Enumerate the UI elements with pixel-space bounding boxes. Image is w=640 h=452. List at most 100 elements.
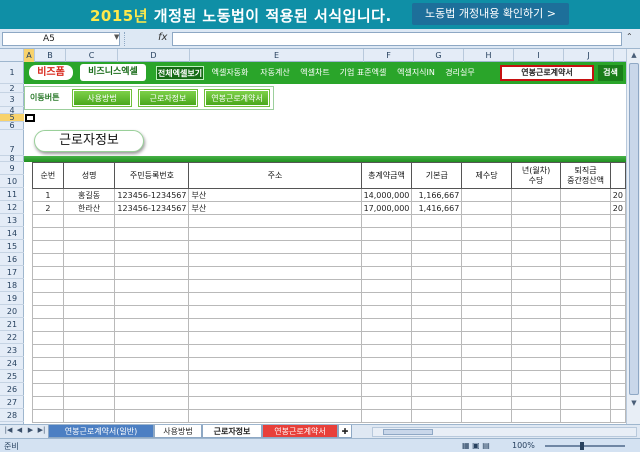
cell-leave-allowance[interactable] [510, 201, 562, 215]
table-cell[interactable] [32, 279, 64, 293]
view-mode-icons[interactable]: ▦ ▣ ▤ [462, 441, 490, 450]
table-cell[interactable] [114, 370, 190, 384]
table-cell[interactable] [609, 214, 626, 228]
table-cell[interactable] [510, 383, 562, 397]
table-cell[interactable] [62, 357, 116, 371]
table-cell[interactable] [188, 227, 362, 241]
table-cell[interactable] [62, 227, 116, 241]
table-cell[interactable] [461, 227, 512, 241]
table-cell[interactable] [609, 396, 626, 410]
table-cell[interactable] [114, 253, 190, 267]
table-row[interactable] [32, 240, 626, 254]
cell-no[interactable]: 1 [32, 188, 64, 202]
table-cell[interactable] [62, 370, 116, 384]
cell-total-contract[interactable]: 17,000,000 [360, 201, 413, 215]
table-cell[interactable] [62, 292, 116, 306]
tab-salary-contract[interactable]: 연봉근로계약서 [262, 425, 338, 438]
cell-leave-allowance[interactable] [510, 188, 562, 202]
table-row[interactable] [32, 357, 626, 371]
row-header[interactable]: 10 [0, 175, 24, 188]
table-cell[interactable] [411, 318, 463, 332]
table-cell[interactable] [32, 292, 64, 306]
table-row[interactable] [32, 253, 626, 267]
row-header[interactable]: 19 [0, 292, 24, 305]
table-cell[interactable] [188, 240, 362, 254]
column-header[interactable]: G [414, 49, 464, 62]
row-header[interactable]: 27 [0, 396, 24, 409]
tab-employee-info[interactable]: 근로자정보 [202, 425, 262, 438]
table-cell[interactable] [188, 396, 362, 410]
table-cell[interactable] [32, 227, 64, 241]
name-box[interactable]: A5 [2, 32, 120, 46]
table-cell[interactable] [114, 331, 190, 345]
table-cell[interactable] [411, 344, 463, 358]
usage-guide-button[interactable]: 사용방법 [73, 90, 131, 106]
vertical-scroll-thumb[interactable] [629, 63, 639, 395]
table-cell[interactable] [560, 318, 611, 332]
table-cell[interactable] [560, 266, 611, 280]
table-cell[interactable] [609, 292, 626, 306]
table-row[interactable]: 1 홍길동 123456-1234567 부산 14,000,000 1,166… [32, 188, 626, 202]
table-cell[interactable] [560, 383, 611, 397]
table-cell[interactable] [114, 240, 190, 254]
cell-address[interactable]: 부산 [188, 188, 362, 202]
table-cell[interactable] [411, 266, 463, 280]
table-cell[interactable] [510, 318, 562, 332]
salary-contract-button[interactable]: 연봉근로계약서 [205, 90, 269, 106]
table-cell[interactable] [114, 305, 190, 319]
row-header[interactable]: 28 [0, 409, 24, 422]
table-cell[interactable] [560, 292, 611, 306]
fx-icon[interactable]: fx [158, 32, 167, 43]
next-sheet-icon[interactable]: ▶ [26, 426, 35, 434]
table-cell[interactable] [461, 240, 512, 254]
cell-base-pay[interactable]: 1,166,667 [411, 188, 463, 202]
table-cell[interactable] [461, 357, 512, 371]
table-cell[interactable] [411, 357, 463, 371]
table-cell[interactable] [510, 409, 562, 423]
table-cell[interactable] [188, 292, 362, 306]
tab-usage-guide[interactable]: 사용방법 [154, 425, 202, 438]
table-cell[interactable] [461, 318, 512, 332]
row-header[interactable]: 20 [0, 305, 24, 318]
active-cell-cursor[interactable] [25, 114, 35, 122]
scroll-down-icon[interactable]: ▼ [629, 399, 639, 409]
employee-info-button[interactable]: 근로자정보 [139, 90, 197, 106]
table-cell[interactable] [560, 240, 611, 254]
row-header[interactable]: 17 [0, 266, 24, 279]
cell-severance[interactable] [560, 188, 611, 202]
column-header[interactable]: F [364, 49, 414, 62]
table-cell[interactable] [461, 383, 512, 397]
table-cell[interactable] [560, 305, 611, 319]
table-cell[interactable] [461, 396, 512, 410]
table-cell[interactable] [411, 253, 463, 267]
menu-item-excel-chart[interactable]: 엑셀차트 [298, 66, 332, 80]
cell-extra[interactable]: 20 [609, 188, 626, 202]
table-cell[interactable] [560, 279, 611, 293]
table-cell[interactable] [62, 318, 116, 332]
table-cell[interactable] [32, 331, 64, 345]
row-header[interactable]: 15 [0, 240, 24, 253]
cell-extra[interactable]: 20 [609, 201, 626, 215]
table-cell[interactable] [62, 396, 116, 410]
row-header[interactable]: 22 [0, 331, 24, 344]
table-cell[interactable] [510, 253, 562, 267]
table-cell[interactable] [411, 240, 463, 254]
table-cell[interactable] [510, 370, 562, 384]
table-cell[interactable] [114, 266, 190, 280]
row-header[interactable]: 3 [0, 93, 24, 107]
table-cell[interactable] [188, 344, 362, 358]
table-cell[interactable] [560, 409, 611, 423]
scroll-up-icon[interactable]: ▲ [629, 51, 639, 61]
cell-allowances[interactable] [461, 188, 512, 202]
table-cell[interactable] [510, 266, 562, 280]
row-header[interactable]: 13 [0, 214, 24, 227]
select-all-corner[interactable] [0, 49, 24, 62]
table-cell[interactable] [560, 331, 611, 345]
table-cell[interactable] [411, 409, 463, 423]
table-cell[interactable] [188, 318, 362, 332]
table-cell[interactable] [62, 383, 116, 397]
row-header[interactable]: 12 [0, 201, 24, 214]
table-cell[interactable] [114, 357, 190, 371]
zoom-level[interactable]: 100% [512, 441, 535, 450]
table-cell[interactable] [510, 396, 562, 410]
